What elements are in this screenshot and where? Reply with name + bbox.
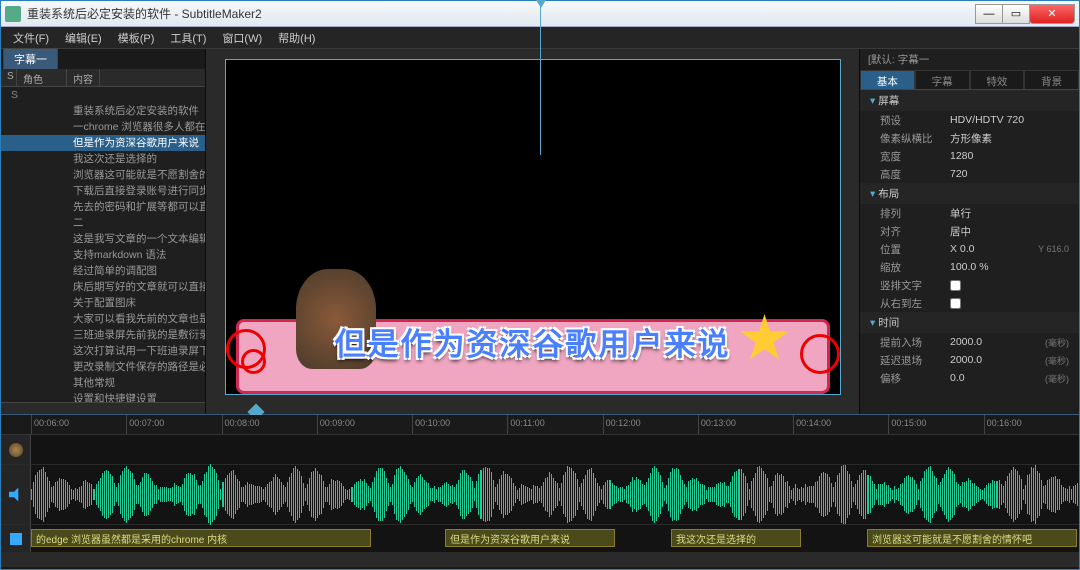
list-item[interactable]: 下载后直接登录账号进行同步就: [1, 183, 205, 199]
window-title: 重装系统后必定安装的软件 - SubtitleMaker2: [27, 5, 976, 22]
prop-height[interactable]: 720: [950, 168, 1069, 180]
subtitle-clip[interactable]: 的edge 浏览器虽然都是采用的chrome 内核: [31, 529, 371, 547]
ruler-tick: 00:12:00: [603, 415, 698, 434]
list-item[interactable]: 三班迪录屏先前我的是敷衍录屏: [1, 327, 205, 343]
subtitle-clip[interactable]: 我这次还是选择的: [671, 529, 801, 547]
close-button[interactable]: ✕: [1029, 4, 1075, 24]
ruler-tick: 00:09:00: [317, 415, 412, 434]
video-preview[interactable]: 但是作为资深谷歌用户来说: [225, 59, 841, 395]
list-item[interactable]: 设置和快捷键设置: [1, 391, 205, 402]
prop-vertical-check[interactable]: [950, 280, 961, 291]
video-track[interactable]: [1, 435, 1079, 465]
app-icon: [5, 6, 21, 22]
list-letter: S: [1, 87, 205, 103]
tab-subtitle[interactable]: 字幕: [915, 70, 970, 89]
prop-aspect[interactable]: 方形像素: [950, 131, 1069, 146]
ruler-tick: 00:08:00: [222, 415, 317, 434]
minimize-button[interactable]: —: [975, 4, 1003, 24]
list-item[interactable]: 我这次还是选择的: [1, 151, 205, 167]
subtitle-tab[interactable]: 字幕一: [3, 48, 58, 69]
list-item[interactable]: 更改录制文件保存的路径是必不: [1, 359, 205, 375]
list-item[interactable]: 其他常规: [1, 375, 205, 391]
menu-template[interactable]: 模板(P): [110, 28, 163, 48]
ruler-tick: 00:10:00: [412, 415, 507, 434]
subtitle-clip[interactable]: 但是作为资深谷歌用户来说: [445, 529, 615, 547]
timeline-hscroll[interactable]: [1, 553, 1079, 567]
audio-track[interactable]: [1, 465, 1079, 525]
list-item[interactable]: 但是作为资深谷歌用户来说: [1, 135, 205, 151]
col-content[interactable]: 内容: [67, 69, 100, 86]
section-time[interactable]: 时间: [860, 312, 1079, 333]
preview-area: 但是作为资深谷歌用户来说: [206, 49, 859, 405]
list-item[interactable]: 先去的密码和扩展等都可以直接: [1, 199, 205, 215]
video-track-icon: [9, 443, 23, 457]
timeline: 00:06:0000:07:0000:08:0000:09:0000:10:00…: [1, 414, 1079, 569]
subtitle-clip[interactable]: 浏览器这可能就是不愿割舍的情怀吧: [867, 529, 1077, 547]
default-label: [默认: 字幕一: [860, 49, 1079, 70]
menu-file[interactable]: 文件(F): [5, 28, 57, 48]
subtitle-list-panel: 字幕一 S 角色 内容 S重装系统后必定安装的软件一chrome 浏览器很多人都…: [1, 49, 206, 414]
playhead[interactable]: [540, 0, 541, 155]
tab-bg[interactable]: 背景: [1024, 70, 1079, 89]
subtitle-track-icon: [10, 533, 22, 545]
list-item[interactable]: 经过简单的调配图: [1, 263, 205, 279]
list-item[interactable]: 大家可以看我先前的文章也是率: [1, 311, 205, 327]
ruler-tick: 00:16:00: [984, 415, 1079, 434]
col-role[interactable]: 角色: [17, 69, 67, 86]
prop-rtl-check[interactable]: [950, 298, 961, 309]
prop-scale[interactable]: 100.0 %: [950, 261, 1069, 273]
ruler-tick: 00:14:00: [793, 415, 888, 434]
prop-width[interactable]: 1280: [950, 150, 1069, 162]
menu-help[interactable]: 帮助(H): [270, 28, 323, 48]
subtitle-track[interactable]: 的edge 浏览器虽然都是采用的chrome 内核 但是作为资深谷歌用户来说 我这次…: [1, 525, 1079, 553]
subtitle-list[interactable]: S重装系统后必定安装的软件一chrome 浏览器很多人都在夸但是作为资深谷歌用户…: [1, 87, 205, 402]
list-item[interactable]: 一chrome 浏览器很多人都在夸: [1, 119, 205, 135]
list-item[interactable]: 这是我写文章的一个文本编辑器: [1, 231, 205, 247]
prop-align[interactable]: 居中: [950, 224, 1069, 239]
tab-basic[interactable]: 基本: [860, 70, 915, 89]
ruler-tick: 00:06:00: [31, 415, 126, 434]
menu-window[interactable]: 窗口(W): [214, 28, 270, 48]
list-hscroll[interactable]: [1, 402, 205, 414]
ruler-tick: 00:07:00: [126, 415, 221, 434]
section-layout[interactable]: 布局: [860, 183, 1079, 204]
prop-preset[interactable]: HDV/HDTV 720: [950, 114, 1069, 126]
ruler-tick: 00:15:00: [888, 415, 983, 434]
list-header: S 角色 内容: [1, 69, 205, 87]
ruler-tick: 00:11:00: [507, 415, 602, 434]
prop-offset[interactable]: 0.0: [950, 372, 1041, 384]
list-item[interactable]: 床后期写好的文章就可以直接粘: [1, 279, 205, 295]
time-ruler[interactable]: 00:06:0000:07:0000:08:0000:09:0000:10:00…: [1, 415, 1079, 435]
menu-tools[interactable]: 工具(T): [162, 28, 214, 48]
list-item[interactable]: 这次打算试用一下班迪录屏下载: [1, 343, 205, 359]
subtitle-text: 但是作为资深谷歌用户来说: [226, 319, 840, 364]
col-s[interactable]: S: [1, 69, 17, 86]
prop-leadout[interactable]: 2000.0: [950, 354, 1041, 366]
tab-effect[interactable]: 特效: [970, 70, 1025, 89]
list-item[interactable]: 二: [1, 215, 205, 231]
section-screen[interactable]: 屏幕: [860, 90, 1079, 111]
audio-track-icon: [9, 488, 23, 502]
list-item[interactable]: 重装系统后必定安装的软件: [1, 103, 205, 119]
list-item[interactable]: 浏览器这可能就是不愿割舍的情: [1, 167, 205, 183]
prop-pos-x[interactable]: X 0.0: [950, 243, 1034, 255]
properties-panel: [默认: 字幕一 基本 字幕 特效 背景 屏幕 预设HDV/HDTV 720 像…: [859, 49, 1079, 414]
list-item[interactable]: 支持markdown 语法: [1, 247, 205, 263]
menu-edit[interactable]: 编辑(E): [57, 28, 110, 48]
prop-arrange[interactable]: 单行: [950, 206, 1069, 221]
maximize-button[interactable]: ▭: [1002, 4, 1030, 24]
ruler-tick: 00:13:00: [698, 415, 793, 434]
prop-leadin[interactable]: 2000.0: [950, 336, 1041, 348]
list-item[interactable]: 关于配置图床: [1, 295, 205, 311]
